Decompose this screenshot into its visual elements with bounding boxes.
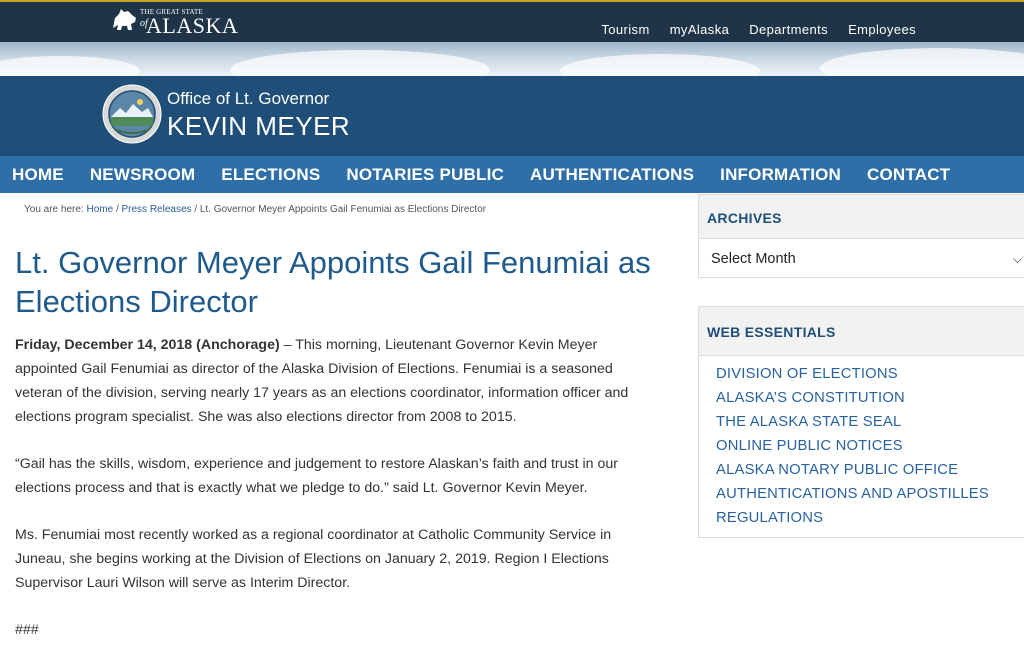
essentials-link-notary-office[interactable]: ALASKA NOTARY PUBLIC OFFICE	[716, 458, 1024, 482]
article-paragraph: Friday, December 14, 2018 (Anchorage) – …	[15, 333, 660, 429]
cloud-shape	[560, 54, 760, 76]
nav-item-contact[interactable]: CONTACT	[854, 156, 963, 193]
article-dateline: Friday, December 14, 2018 (Anchorage)	[15, 337, 280, 353]
office-header: Office of Lt. Governor KEVIN MEYER	[0, 76, 1024, 156]
nav-item-elections[interactable]: ELECTIONS	[208, 156, 333, 193]
nav-item-authentications[interactable]: AUTHENTICATIONS	[517, 156, 707, 193]
state-seal-icon[interactable]	[102, 84, 162, 144]
breadcrumb-current: Lt. Governor Meyer Appoints Gail Fenumia…	[199, 204, 487, 215]
archives-month-select[interactable]: Select Month ⌵	[699, 239, 1024, 279]
breadcrumb-press-releases-link[interactable]: Press Releases	[122, 204, 192, 215]
breadcrumb: You are here: Home / Press Releases / Lt…	[24, 204, 486, 215]
article-end-mark: ###	[15, 622, 39, 638]
article-paragraph: Ms. Fenumiai most recently worked as a r…	[15, 527, 612, 591]
sky-banner	[0, 42, 1024, 76]
archives-widget: ARCHIVES Select Month ⌵	[698, 194, 1024, 278]
essentials-link-authentications[interactable]: AUTHENTICATIONS AND APOSTILLES	[716, 482, 1024, 506]
page-title: Lt. Governor Meyer Appoints Gail Fenumia…	[15, 245, 651, 319]
breadcrumb-separator: /	[115, 204, 119, 215]
archives-heading: ARCHIVES	[699, 195, 1024, 239]
nav-item-home[interactable]: HOME	[0, 156, 77, 193]
archives-select-value: Select Month	[711, 251, 796, 267]
cloud-shape	[820, 48, 1024, 76]
office-title-line2: KEVIN MEYER	[167, 111, 351, 141]
article-paragraph: “Gail has the skills, wisdom, experience…	[15, 456, 619, 496]
essentials-link-public-notices[interactable]: ONLINE PUBLIC NOTICES	[716, 434, 1024, 458]
top-link-myalaska[interactable]: myAlaska	[670, 22, 730, 37]
top-link-departments[interactable]: Departments	[749, 22, 828, 37]
nav-item-notaries-public[interactable]: NOTARIES PUBLIC	[333, 156, 517, 193]
breadcrumb-separator: /	[194, 204, 198, 215]
top-bar: THE GREAT STATE of ALASKA Tourism myAlas…	[0, 0, 1024, 42]
top-links: Tourism myAlaska Departments Employees	[601, 22, 916, 37]
bear-icon	[113, 9, 136, 30]
top-link-employees[interactable]: Employees	[848, 22, 916, 37]
state-of-alaska-logo[interactable]: THE GREAT STATE of ALASKA	[108, 4, 248, 38]
breadcrumb-home-link[interactable]: Home	[86, 204, 113, 215]
article-body: Friday, December 14, 2018 (Anchorage) – …	[15, 333, 660, 665]
web-essentials-heading: WEB ESSENTIALS	[699, 307, 1024, 356]
office-title-line1: Office of Lt. Governor	[167, 89, 330, 108]
essentials-link-state-seal[interactable]: THE ALASKA STATE SEAL	[716, 410, 1024, 434]
web-essentials-widget: WEB ESSENTIALS DIVISION OF ELECTIONS ALA…	[698, 306, 1024, 538]
nav-item-information[interactable]: INFORMATION	[707, 156, 854, 193]
essentials-link-regulations[interactable]: REGULATIONS	[716, 506, 1024, 530]
cloud-shape	[230, 50, 490, 76]
chevron-down-icon[interactable]: ⌵	[1013, 239, 1022, 279]
logo-big-text: ALASKA	[146, 13, 239, 38]
main-nav: HOME NEWSROOM ELECTIONS NOTARIES PUBLIC …	[0, 156, 1024, 193]
cloud-shape	[0, 56, 140, 76]
nav-item-newsroom[interactable]: NEWSROOM	[77, 156, 208, 193]
breadcrumb-prefix: You are here:	[24, 204, 84, 215]
essentials-link-constitution[interactable]: ALASKA’S CONSTITUTION	[716, 386, 1024, 410]
essentials-link-division-of-elections[interactable]: DIVISION OF ELECTIONS	[716, 362, 1024, 386]
top-link-tourism[interactable]: Tourism	[601, 22, 649, 37]
